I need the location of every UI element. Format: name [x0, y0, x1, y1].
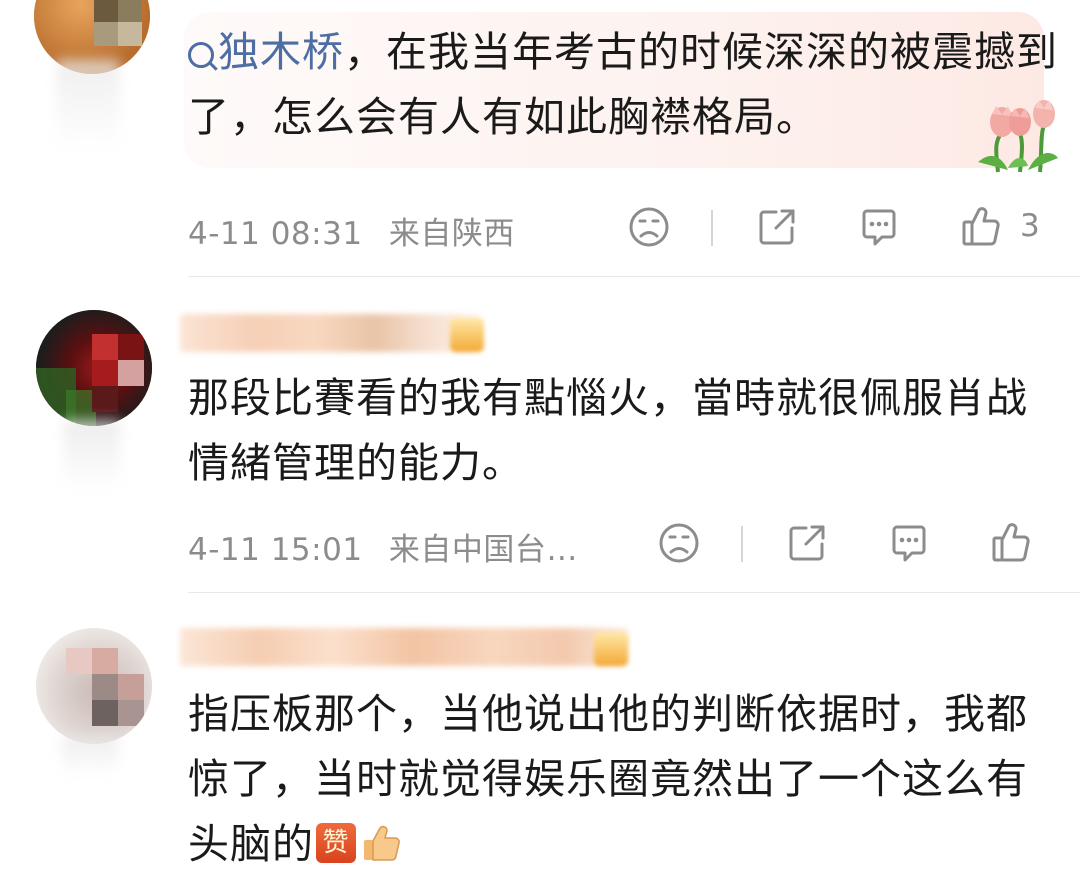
meta-divider [711, 210, 713, 246]
sad-face-icon[interactable] [658, 522, 700, 564]
comment-meta: 4-11 08:31 来自陕西 [188, 208, 515, 253]
comment-meta: 4-11 15:01 来自中国台… [188, 524, 578, 569]
meta-divider [741, 526, 743, 562]
comment-text: 那段比賽看的我有點惱火，當時就很佩服肖战情緒管理的能力。 [188, 366, 1058, 496]
comment-icon[interactable] [858, 206, 900, 248]
avatar-shadow [64, 420, 120, 490]
zan-badge-icon: 赞 [316, 823, 356, 863]
avatar-shadow [56, 60, 120, 150]
location: 来自陕西 [388, 216, 515, 252]
timestamp: 4-11 08:31 [188, 216, 363, 252]
username[interactable] [180, 314, 480, 352]
comment-separator [188, 592, 1080, 593]
thumbs-up-icon[interactable] [990, 520, 1032, 564]
comment-feed: 独木桥，在我当年考古的时候深深的被震撼到了，怎么会有人有如此胸襟格局。 4-11… [0, 0, 1080, 889]
avatar[interactable] [36, 628, 152, 744]
share-icon[interactable] [786, 522, 828, 564]
location: 来自中国台… [388, 532, 578, 568]
like-count: 3 [1020, 208, 1040, 244]
username[interactable] [180, 628, 628, 666]
mention-link[interactable]: 独木桥 [188, 28, 344, 76]
zan-badge-label: 赞 [322, 828, 350, 858]
comment-separator [188, 276, 1080, 277]
vip-badge-icon [450, 318, 484, 352]
search-icon [188, 42, 214, 68]
vip-badge-icon [594, 632, 628, 666]
comment-body: 指压板那个，当他说出他的判断依据时，我都惊了，当时就觉得娱乐圈竟然出了一个这么有… [188, 690, 1028, 868]
avatar-shadow [62, 736, 118, 776]
comment-icon[interactable] [888, 522, 930, 564]
comment-text: 指压板那个，当他说出他的判断依据时，我都惊了，当时就觉得娱乐圈竟然出了一个这么有… [188, 682, 1058, 877]
sad-face-icon[interactable] [628, 206, 670, 248]
avatar[interactable] [36, 310, 152, 426]
thumbs-up-icon[interactable] [960, 204, 1002, 248]
mention-name[interactable]: 独木桥 [218, 28, 344, 76]
timestamp: 4-11 15:01 [188, 532, 363, 568]
share-icon[interactable] [756, 206, 798, 248]
comment-text: 独木桥，在我当年考古的时候深深的被震撼到了，怎么会有人有如此胸襟格局。 [188, 20, 1058, 150]
thumbs-up-emoji-icon [364, 825, 400, 861]
comment-body: 那段比賽看的我有點惱火，當時就很佩服肖战情緒管理的能力。 [188, 374, 1028, 487]
